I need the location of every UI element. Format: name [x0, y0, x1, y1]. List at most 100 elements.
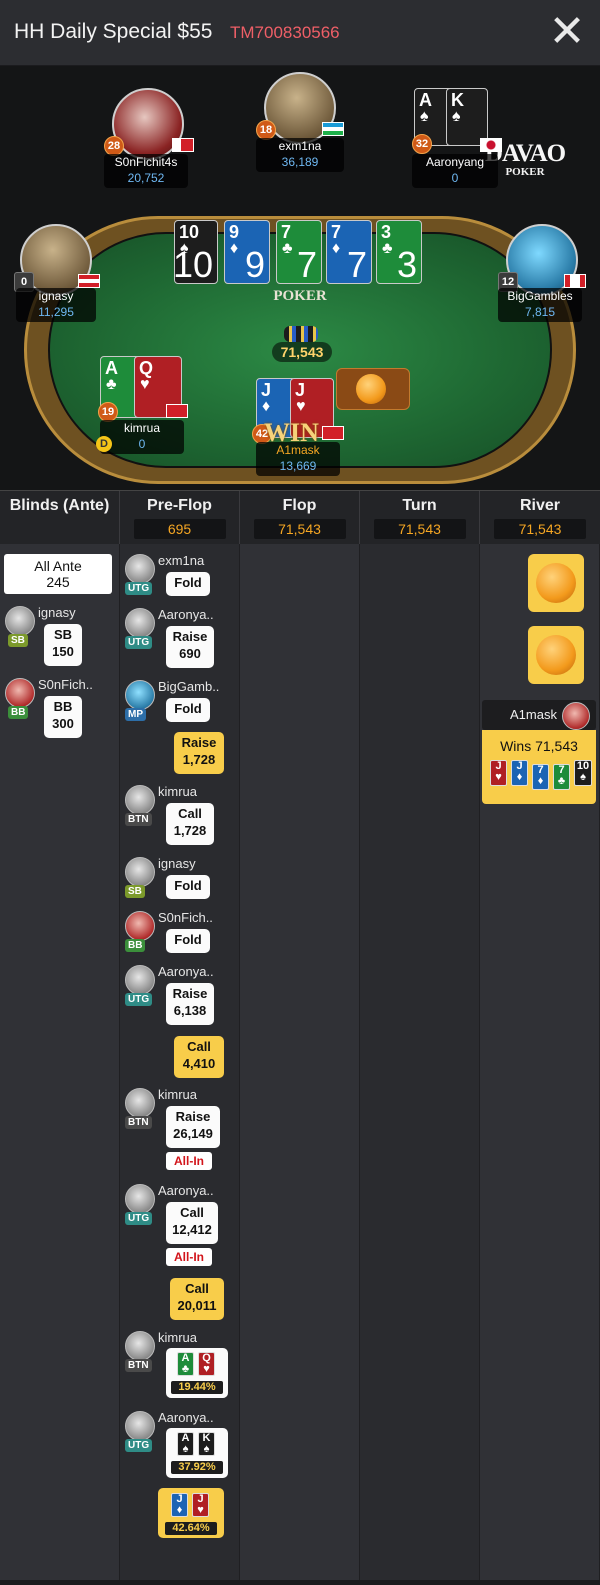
player-name: ignasy: [38, 605, 76, 620]
felt-label: POKER: [273, 288, 327, 304]
mini-card: J ♥: [192, 1493, 209, 1517]
turn-column: [360, 544, 480, 1580]
player-name: S0nFich..: [158, 910, 213, 925]
mini-card: 7 ♦: [532, 764, 549, 790]
avatar: [125, 965, 155, 995]
position-badge: SB: [8, 634, 28, 647]
pot-chips-icon: [284, 326, 318, 342]
emote-reaction: [528, 554, 584, 612]
flag-icon: [322, 426, 344, 440]
action-bubble: Fold: [166, 875, 210, 899]
close-icon[interactable]: ✕: [548, 10, 586, 54]
action-bubble: Raise 690: [166, 626, 214, 668]
mini-card: A ♣: [177, 1352, 194, 1376]
board-card-2: 9 ♦ 9: [224, 220, 270, 284]
player-stack: 11,295: [38, 305, 74, 319]
equity-badge: 19.44%: [171, 1381, 223, 1394]
flop-column: [240, 544, 360, 1580]
player-name: kimrua: [158, 1330, 198, 1345]
position-badge: BTN: [125, 1116, 152, 1129]
action-bubble: Fold: [166, 929, 210, 953]
player-stack: 20,752: [127, 171, 165, 185]
mini-card: 7 ♣: [553, 764, 570, 790]
flag-icon: [480, 138, 502, 152]
position-badge: BTN: [125, 1359, 152, 1372]
all-ante-box: All Ante 245: [4, 554, 112, 594]
position-badge: BB: [125, 939, 146, 952]
action-bubble: Raise 26,149: [166, 1106, 220, 1148]
player-name: S0nFichit4s: [114, 155, 178, 169]
player-name: Aaronya..: [158, 1183, 214, 1198]
mini-card: J ♦: [171, 1493, 188, 1517]
page-title: HH Daily Special $55: [14, 20, 213, 43]
winner-name: A1mask: [510, 707, 557, 722]
avatar: [125, 1331, 155, 1361]
player-stack: 36,189: [281, 155, 319, 169]
mini-card: 10 ♠: [574, 760, 592, 786]
emote-reaction: [528, 626, 584, 684]
seat-plate: kimrua 0: [100, 420, 184, 454]
avatar: [125, 857, 155, 887]
avatar: [125, 1088, 155, 1118]
position-badge: UTG: [125, 993, 153, 1006]
flag-icon: [166, 404, 188, 418]
pot-amount: 71,543: [272, 342, 332, 362]
mini-card: Q ♥: [198, 1352, 215, 1376]
player-name: exm1na: [278, 139, 322, 153]
player-name: Aaronyang: [425, 155, 485, 169]
emoji-icon: [356, 374, 386, 404]
seat-plate: S0nFichit4s 20,752: [104, 154, 188, 188]
level-badge: 19: [98, 402, 118, 422]
position-badge: UTG: [125, 1212, 153, 1225]
mini-card: J ♥: [490, 760, 507, 786]
avatar: [125, 1184, 155, 1214]
player-name: A1mask: [276, 443, 320, 457]
avatar: [125, 1411, 155, 1441]
board-card-5: 3 ♣ 3: [376, 220, 422, 284]
player-name: Aaronya..: [158, 964, 214, 979]
seat-plate: Aaronyang 0: [412, 154, 498, 188]
col-turn: Turn 71,543: [360, 491, 480, 545]
flag-icon: [564, 274, 586, 288]
avatar: [125, 785, 155, 815]
position-badge: MP: [125, 708, 146, 721]
level-badge: 32: [412, 134, 432, 154]
avatar: [125, 554, 155, 584]
col-flop: Flop 71,543: [240, 491, 360, 545]
avatar: [5, 606, 35, 636]
player-stack: 7,815: [524, 305, 556, 319]
board-card-3: 7 ♣ 7: [276, 220, 322, 284]
player-name: BigGamb..: [158, 679, 220, 694]
player-stack: 0: [451, 171, 459, 185]
action-bubble: Call 1,728: [166, 803, 214, 845]
equity-badge: 37.92%: [171, 1461, 223, 1474]
emoji-icon: [536, 635, 576, 675]
seat-plate: A1mask 13,669: [256, 442, 340, 476]
player-name: Aaronya..: [158, 1410, 214, 1425]
col-river: River 71,543: [480, 491, 600, 545]
hero-action-bubble: Raise 1,728: [174, 732, 224, 774]
avatar: [562, 702, 590, 730]
action-bubble: SB 150: [44, 624, 82, 666]
flag-icon: [322, 122, 344, 136]
all-in-badge: All-In: [166, 1248, 212, 1266]
avatar: [125, 680, 155, 710]
player-name: Aaronya..: [158, 607, 214, 622]
tournament-id: TM700830566: [230, 23, 340, 42]
action-bubble: Fold: [166, 572, 210, 596]
avatar: [125, 911, 155, 941]
col-blinds: Blinds (Ante): [0, 491, 120, 545]
position-badge: UTG: [125, 636, 153, 649]
player-stack: 0: [138, 437, 146, 451]
player-stack: 13,669: [279, 459, 317, 473]
player-name: kimrua: [158, 1087, 198, 1102]
position-badge: UTG: [125, 582, 153, 595]
dealer-button: D: [96, 436, 112, 452]
mini-card: A ♠: [177, 1432, 194, 1456]
flag-icon: [78, 274, 100, 288]
board-card-4: 7 ♦ 7: [326, 220, 372, 284]
position-badge: UTG: [125, 1439, 153, 1452]
hero-action-bubble: Call 4,410: [174, 1036, 224, 1078]
player-name: S0nFich..: [38, 677, 93, 692]
player-name: kimrua: [123, 421, 160, 435]
